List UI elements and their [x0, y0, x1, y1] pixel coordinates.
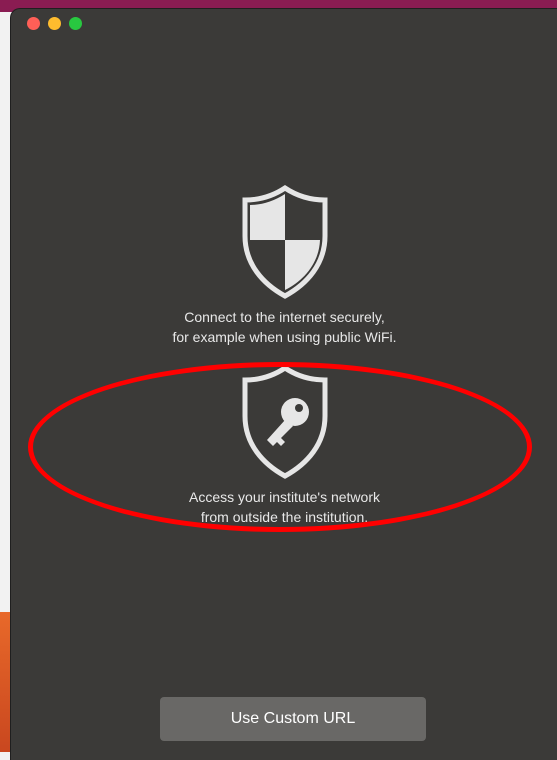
secure-internet-caption-line2: for example when using public WiFi.	[172, 329, 397, 345]
institute-network-option[interactable]: Access your institute's network from out…	[11, 364, 557, 527]
secure-internet-option[interactable]: Connect to the internet securely, for ex…	[11, 184, 557, 347]
close-window-button[interactable]	[27, 17, 40, 30]
shield-key-icon	[242, 364, 327, 479]
zoom-window-button[interactable]	[69, 17, 82, 30]
minimize-window-button[interactable]	[48, 17, 61, 30]
app-window: Connect to the internet securely, for ex…	[10, 8, 557, 760]
shield-checker-icon	[242, 184, 327, 299]
window-controls	[27, 17, 82, 30]
institute-network-caption-line1: Access your institute's network	[189, 489, 380, 505]
secure-internet-caption: Connect to the internet securely, for ex…	[11, 307, 557, 347]
use-custom-url-button[interactable]: Use Custom URL	[160, 697, 426, 741]
secure-internet-caption-line1: Connect to the internet securely,	[184, 309, 385, 325]
institute-network-caption-line2: from outside the institution.	[200, 509, 369, 525]
institute-network-caption: Access your institute's network from out…	[11, 487, 557, 527]
